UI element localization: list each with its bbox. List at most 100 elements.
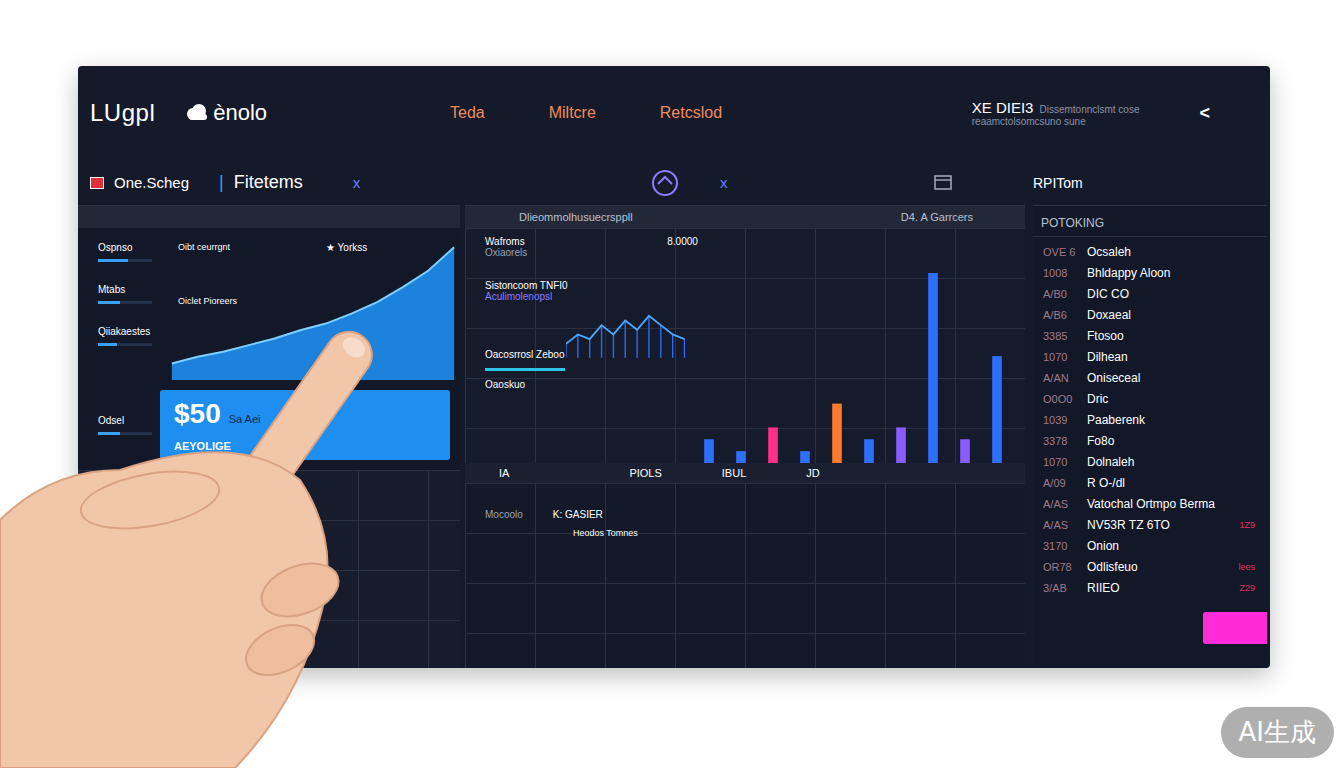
row-code: A/AS — [1043, 519, 1077, 531]
ranking-row[interactable]: A/09 R O-/dl — [1043, 472, 1267, 493]
card-value: $50 — [174, 398, 221, 430]
value-card[interactable]: $50Sa AeiAEYOLIGE — [160, 390, 450, 460]
metric-label: Qiiakaestes — [98, 326, 168, 337]
nav-item[interactable]: Miltcre — [549, 104, 596, 122]
filter-label[interactable]: Fitetems — [234, 172, 303, 193]
schedule-label[interactable]: One.Scheg — [114, 174, 189, 191]
ranking-row[interactable]: A/B6Doxaeal — [1043, 304, 1267, 325]
metric[interactable]: Ospnso — [98, 242, 168, 262]
metric-bar — [98, 259, 152, 262]
list-title: POTOKING — [1033, 206, 1267, 237]
row-code: OVE 6 — [1043, 246, 1077, 258]
chart-caption: Oaoskuo — [485, 379, 685, 390]
metric-label: Odsel — [98, 415, 152, 426]
ranking-row[interactable]: 3385Ftosoo — [1043, 325, 1267, 346]
card-subtitle: Sa Aei — [229, 413, 261, 425]
area-chart: Oibt ceurrgnt★ YorkssOiclet Pioreers — [168, 234, 460, 380]
flag-icon — [90, 177, 104, 189]
account-info[interactable]: XE DIEI3 Dissemtonnclsmt cosereaamctolsom… — [972, 99, 1140, 127]
bar — [800, 451, 810, 463]
action-button[interactable] — [1203, 612, 1267, 644]
row-code: O0O0 — [1043, 393, 1077, 405]
series-title: Sistoncoom TNFI0 — [485, 280, 685, 291]
chart-label: Wafroms — [485, 236, 527, 247]
axis-label: PIOLS — [629, 467, 661, 479]
close-button[interactable]: x — [353, 174, 361, 191]
progress-line — [485, 368, 565, 371]
axis-label: IA — [499, 467, 509, 479]
ranking-row[interactable]: OVE 6 Ocsaleh — [1043, 241, 1267, 262]
row-note: 1Z9 — [1239, 520, 1255, 530]
row-name: R O-/dl — [1087, 476, 1125, 490]
metric[interactable]: Odsel — [98, 415, 152, 435]
nav-item[interactable]: Retcslod — [660, 104, 722, 122]
row-code: A/09 — [1043, 477, 1077, 489]
row-name: Paaberenk — [1087, 413, 1145, 427]
bar — [768, 427, 778, 463]
row-name: Onion — [1087, 539, 1119, 553]
row-name: DIC CO — [1087, 287, 1129, 301]
collapse-button[interactable]: < — [1199, 103, 1210, 124]
row-name: Ocsaleh — [1087, 245, 1131, 259]
metric[interactable]: Mtabs — [98, 284, 168, 304]
ranking-row[interactable]: 1070Dilhean — [1043, 346, 1267, 367]
row-code: 3170 — [1043, 540, 1077, 552]
account-title: XE DIEI3 — [972, 99, 1034, 116]
bar — [928, 273, 938, 463]
ranking-row[interactable]: A/ASNV53R TZ 6TO1Z9 — [1043, 514, 1267, 535]
ranking-row[interactable]: 1070Dolnaleh — [1043, 451, 1267, 472]
brand: LUgpl ènolo — [90, 99, 450, 127]
compass-icon[interactable] — [650, 168, 680, 198]
cloud-icon — [185, 103, 209, 123]
series-subtitle: Aculimolenopsl — [485, 291, 685, 302]
nav-item[interactable]: Teda — [450, 104, 485, 122]
close-button[interactable]: x — [720, 174, 728, 191]
account-detail: reaamctolsomcsuno sune — [972, 116, 1140, 127]
ranking-row[interactable]: 1008Bhldappy Aloon — [1043, 262, 1267, 283]
ranking-row[interactable]: A/B0DIC CO — [1043, 283, 1267, 304]
account-subtitle: Dissemtonnclsmt cose — [1039, 104, 1139, 115]
ranking-row[interactable]: 3378Fo8o — [1043, 430, 1267, 451]
axis-label: JD — [806, 467, 819, 479]
metric-bar — [98, 301, 152, 304]
ranking-row[interactable]: 3/AB RIIEO Z29 — [1043, 577, 1267, 598]
ranking-row[interactable]: 1039Paaberenk — [1043, 409, 1267, 430]
footer-label: Heodos Tomnes — [573, 528, 638, 538]
divider: | — [219, 172, 224, 193]
row-name: RIIEO — [1087, 581, 1120, 595]
row-name: Vatochal Ortmpo Berma — [1087, 497, 1215, 511]
ranking-row[interactable]: O0O0 Dric — [1043, 388, 1267, 409]
legend-item: ★ Yorkss — [326, 242, 367, 253]
panel-subtitle: D4. A Garrcers — [901, 211, 973, 223]
main-nav: Teda Miltcre Retcslod — [450, 104, 722, 122]
row-code: 3385 — [1043, 330, 1077, 342]
row-code: 3378 — [1043, 435, 1077, 447]
window-icon[interactable] — [933, 174, 953, 192]
row-note: Z29 — [1239, 583, 1255, 593]
ranking-row[interactable]: A/ASVatochal Ortmpo Berma — [1043, 493, 1267, 514]
product-name: ènolo — [185, 100, 267, 126]
row-code: 3/AB — [1043, 582, 1077, 594]
row-name: Oniseceal — [1087, 371, 1140, 385]
row-code: A/B6 — [1043, 309, 1077, 321]
ranking-row[interactable]: 3170 Onion — [1043, 535, 1267, 556]
metric-bar — [98, 343, 152, 346]
bar-chart — [693, 263, 1013, 463]
row-name: Odlisfeuo — [1087, 560, 1138, 574]
row-code: A/AN — [1043, 372, 1077, 384]
ranking-panel: POTOKINGOVE 6Ocsaleh1008Bhldappy AloonA/… — [1033, 205, 1267, 668]
row-code: OR78 — [1043, 561, 1077, 573]
ranking-row[interactable]: OR78Odlisfeuolees — [1043, 556, 1267, 577]
row-name: Bhldappy Aloon — [1087, 266, 1170, 280]
metric[interactable]: Qiiakaestes — [98, 326, 168, 346]
metric-bar — [98, 432, 152, 435]
left-panel: Ospnso Mtabs QiiakaestesOibt ceurrgnt★ Yor… — [78, 205, 460, 668]
top-bar: LUgpl ènoloTeda Miltcre Retcslod XE DIEI3 Di… — [78, 66, 1270, 160]
bar — [736, 451, 746, 463]
row-name: Dric — [1087, 392, 1108, 406]
page: LUgpl ènoloTeda Miltcre Retcslod XE DIEI3 Di… — [0, 0, 1344, 768]
ranking-row[interactable]: A/AN Oniseceal — [1043, 367, 1267, 388]
metric-label: Ospnso — [98, 242, 168, 253]
hand-icon — [0, 0, 1344, 768]
line-title: Oacosrrosl Zeboo — [485, 349, 564, 360]
